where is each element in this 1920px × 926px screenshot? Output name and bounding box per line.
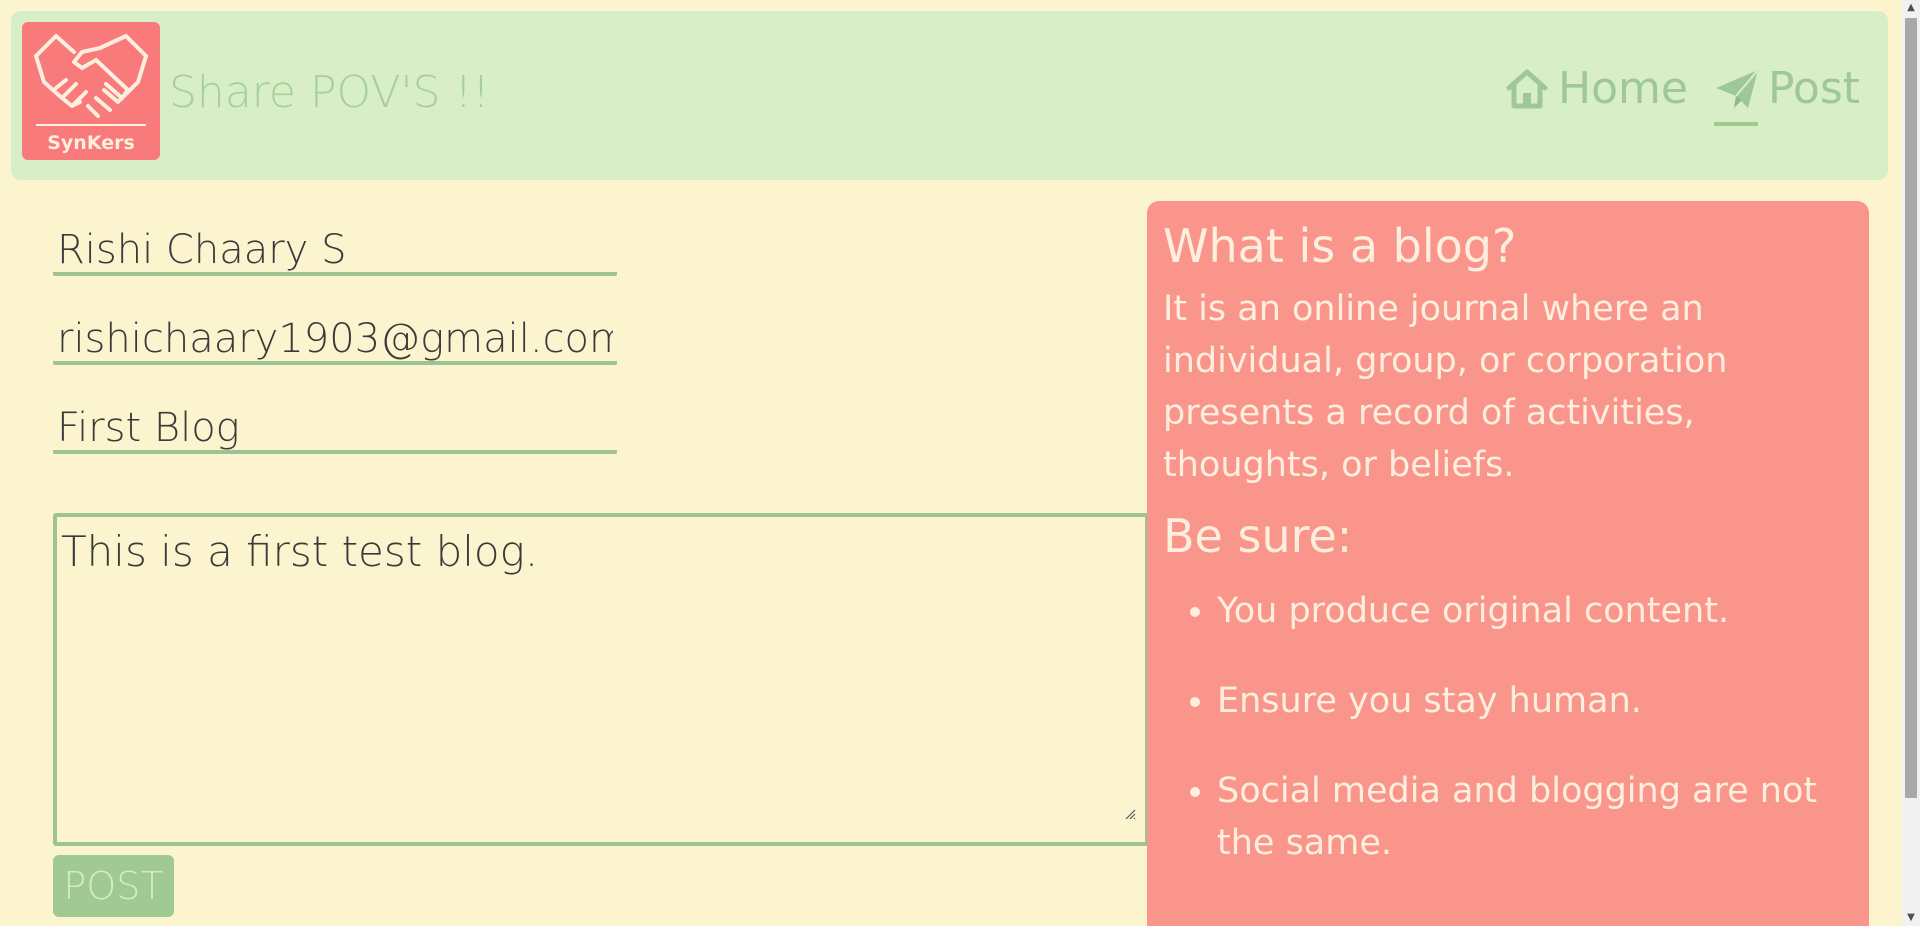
tips-list: You produce original content. Ensure you… (1163, 585, 1853, 869)
tip-item: You produce original content. (1217, 585, 1853, 637)
top-header: SynKers Share POV'S !! Home Post (11, 11, 1888, 180)
logo-text: SynKers (47, 132, 135, 154)
paper-plane-icon (1714, 66, 1760, 112)
blog-body-textarea[interactable]: This is a first test blog. (53, 513, 1149, 846)
info-subheading: Be sure: (1163, 509, 1353, 563)
info-description: It is an online journal where an individ… (1163, 289, 1728, 485)
blog-title-field[interactable] (53, 406, 617, 454)
tip-item: Social media and blogging are not the sa… (1217, 765, 1853, 869)
blog-info-panel: What is a blog? It is an online journal … (1147, 201, 1869, 926)
vertical-scrollbar[interactable]: ▲ ▼ (1902, 0, 1920, 926)
page: SynKers Share POV'S !! Home Post Rishi C… (0, 0, 1900, 926)
scrollbar-thumb[interactable] (1905, 18, 1917, 798)
synkers-logo[interactable]: SynKers (22, 22, 160, 160)
scroll-down-arrow-icon[interactable]: ▼ (1902, 910, 1920, 926)
tip-item: Ensure you stay human. (1217, 675, 1853, 727)
email-field[interactable] (53, 317, 617, 365)
name-field[interactable] (53, 228, 617, 276)
home-icon (1504, 66, 1550, 112)
active-nav-underline (1713, 122, 1758, 126)
info-heading: What is a blog? (1163, 219, 1517, 273)
handshake-icon (34, 34, 148, 126)
nav-home-label: Home (1558, 63, 1688, 114)
brand-title: Share POV'S !! (169, 67, 490, 118)
scroll-up-arrow-icon[interactable]: ▲ (1902, 0, 1920, 16)
post-button[interactable]: POST (53, 855, 174, 917)
nav-post-label: Post (1767, 63, 1860, 114)
nav-post[interactable]: Post (1713, 63, 1860, 126)
resize-grip-icon[interactable] (1124, 808, 1136, 820)
main-nav: Home Post (1504, 63, 1860, 126)
nav-home[interactable]: Home (1504, 63, 1688, 120)
